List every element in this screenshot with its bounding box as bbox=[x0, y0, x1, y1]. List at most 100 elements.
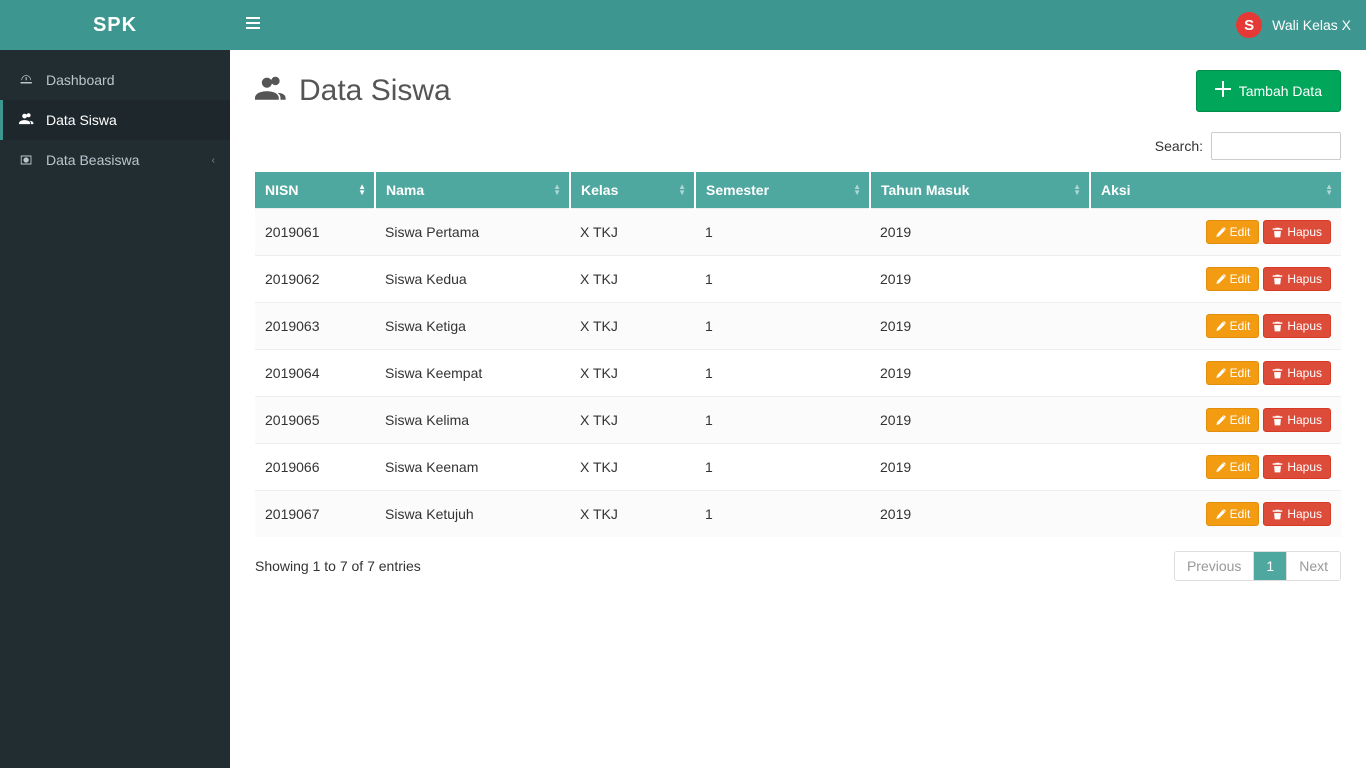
pagination-page-1-button[interactable]: 1 bbox=[1254, 552, 1287, 580]
sidebar-item-label: Data Beasiswa bbox=[46, 152, 212, 168]
cell-nisn: 2019064 bbox=[255, 350, 375, 397]
pencil-icon bbox=[1215, 462, 1226, 473]
column-header-semester[interactable]: Semester▲▼ bbox=[695, 172, 870, 209]
delete-button[interactable]: Hapus bbox=[1263, 361, 1331, 385]
sidebar-item-data-siswa[interactable]: Data Siswa bbox=[0, 100, 230, 140]
column-header-aksi[interactable]: Aksi▲▼ bbox=[1090, 172, 1341, 209]
edit-button[interactable]: Edit bbox=[1206, 267, 1260, 291]
edit-button[interactable]: Edit bbox=[1206, 502, 1260, 526]
bars-icon bbox=[245, 15, 261, 31]
sidebar-item-dashboard[interactable]: Dashboard bbox=[0, 60, 230, 100]
trash-icon bbox=[1272, 509, 1283, 520]
cell-semester: 1 bbox=[695, 256, 870, 303]
edit-label: Edit bbox=[1230, 413, 1251, 427]
pencil-icon bbox=[1215, 227, 1226, 238]
sort-icon: ▲▼ bbox=[358, 184, 366, 196]
pagination-previous-button[interactable]: Previous bbox=[1175, 552, 1254, 580]
cell-kelas: X TKJ bbox=[570, 209, 695, 256]
sort-icon: ▲▼ bbox=[678, 184, 686, 196]
delete-button[interactable]: Hapus bbox=[1263, 314, 1331, 338]
edit-button[interactable]: Edit bbox=[1206, 220, 1260, 244]
table-row: 2019062Siswa KeduaX TKJ12019EditHapus bbox=[255, 256, 1341, 303]
delete-button[interactable]: Hapus bbox=[1263, 455, 1331, 479]
delete-button[interactable]: Hapus bbox=[1263, 220, 1331, 244]
cell-semester: 1 bbox=[695, 350, 870, 397]
cell-actions: EditHapus bbox=[1090, 209, 1341, 256]
edit-label: Edit bbox=[1230, 319, 1251, 333]
column-header-label: Nama bbox=[386, 182, 424, 198]
sidebar-item-data-beasiswa[interactable]: Data Beasiswa‹ bbox=[0, 140, 230, 180]
cell-tahun: 2019 bbox=[870, 350, 1090, 397]
search-label: Search: bbox=[1155, 138, 1203, 154]
edit-button[interactable]: Edit bbox=[1206, 314, 1260, 338]
cell-kelas: X TKJ bbox=[570, 491, 695, 538]
delete-label: Hapus bbox=[1287, 460, 1322, 474]
column-header-tahun-masuk[interactable]: Tahun Masuk▲▼ bbox=[870, 172, 1090, 209]
edit-label: Edit bbox=[1230, 366, 1251, 380]
sidebar-item-label: Dashboard bbox=[46, 72, 215, 88]
edit-button[interactable]: Edit bbox=[1206, 361, 1260, 385]
column-header-nisn[interactable]: NISN▲▼ bbox=[255, 172, 375, 209]
edit-button[interactable]: Edit bbox=[1206, 455, 1260, 479]
pencil-icon bbox=[1215, 321, 1226, 332]
pencil-icon bbox=[1215, 368, 1226, 379]
delete-button[interactable]: Hapus bbox=[1263, 502, 1331, 526]
users-icon bbox=[255, 74, 289, 108]
cell-nisn: 2019066 bbox=[255, 444, 375, 491]
cell-nisn: 2019067 bbox=[255, 491, 375, 538]
cell-nisn: 2019061 bbox=[255, 209, 375, 256]
delete-button[interactable]: Hapus bbox=[1263, 408, 1331, 432]
cell-tahun: 2019 bbox=[870, 209, 1090, 256]
cell-tahun: 2019 bbox=[870, 303, 1090, 350]
cell-actions: Edit Hapus bbox=[1090, 491, 1341, 538]
add-data-label: Tambah Data bbox=[1239, 83, 1322, 99]
cell-actions: Edit Hapus bbox=[1090, 397, 1341, 444]
cell-nisn: 2019062 bbox=[255, 256, 375, 303]
cell-semester: 1 bbox=[695, 303, 870, 350]
delete-label: Hapus bbox=[1287, 507, 1322, 521]
delete-label: Hapus bbox=[1287, 272, 1322, 286]
column-header-kelas[interactable]: Kelas▲▼ bbox=[570, 172, 695, 209]
delete-label: Hapus bbox=[1287, 319, 1322, 333]
sort-icon: ▲▼ bbox=[1073, 184, 1081, 196]
cell-tahun: 2019 bbox=[870, 491, 1090, 538]
cell-actions: Edit Hapus bbox=[1090, 303, 1341, 350]
user-menu-button[interactable]: S Wali Kelas X bbox=[1236, 12, 1351, 38]
cell-semester: 1 bbox=[695, 209, 870, 256]
pencil-icon bbox=[1215, 415, 1226, 426]
table-row: 2019065Siswa KelimaX TKJ12019EditHapus bbox=[255, 397, 1341, 444]
cell-nama: Siswa Kelima bbox=[375, 397, 570, 444]
cell-kelas: X TKJ bbox=[570, 350, 695, 397]
delete-label: Hapus bbox=[1287, 413, 1322, 427]
cell-tahun: 2019 bbox=[870, 444, 1090, 491]
page-title-text: Data Siswa bbox=[299, 74, 451, 108]
table-info: Showing 1 to 7 of 7 entries bbox=[255, 558, 421, 574]
table-row: 2019061Siswa PertamaX TKJ12019EditHapus bbox=[255, 209, 1341, 256]
column-header-label: Aksi bbox=[1101, 182, 1131, 198]
cell-tahun: 2019 bbox=[870, 256, 1090, 303]
pagination-next-button[interactable]: Next bbox=[1287, 552, 1340, 580]
cell-actions: Edit Hapus bbox=[1090, 350, 1341, 397]
menu-toggle-button[interactable] bbox=[245, 15, 261, 36]
user-avatar: S bbox=[1236, 12, 1262, 38]
pagination: Previous 1 Next bbox=[1174, 551, 1341, 581]
delete-label: Hapus bbox=[1287, 366, 1322, 380]
content: Data Siswa Tambah Data Search: NISN▲▼Nam… bbox=[230, 50, 1366, 768]
trash-icon bbox=[1272, 462, 1283, 473]
trash-icon bbox=[1272, 415, 1283, 426]
dashboard-icon bbox=[18, 72, 36, 88]
column-header-nama[interactable]: Nama ▲▼ bbox=[375, 172, 570, 209]
delete-button[interactable]: Hapus bbox=[1263, 267, 1331, 291]
cell-actions: Edit Hapus bbox=[1090, 256, 1341, 303]
cell-kelas: X TKJ bbox=[570, 444, 695, 491]
topbar: S Wali Kelas X bbox=[230, 0, 1366, 50]
search-input[interactable] bbox=[1211, 132, 1341, 160]
cell-tahun: 2019 bbox=[870, 397, 1090, 444]
cell-nama: Siswa Pertama bbox=[375, 209, 570, 256]
trash-icon bbox=[1272, 321, 1283, 332]
add-data-button[interactable]: Tambah Data bbox=[1196, 70, 1341, 112]
sort-icon: ▲▼ bbox=[553, 184, 561, 196]
edit-button[interactable]: Edit bbox=[1206, 408, 1260, 432]
sidebar: SPK DashboardData SiswaData Beasiswa‹ bbox=[0, 0, 230, 768]
cell-nama: Siswa Kedua bbox=[375, 256, 570, 303]
